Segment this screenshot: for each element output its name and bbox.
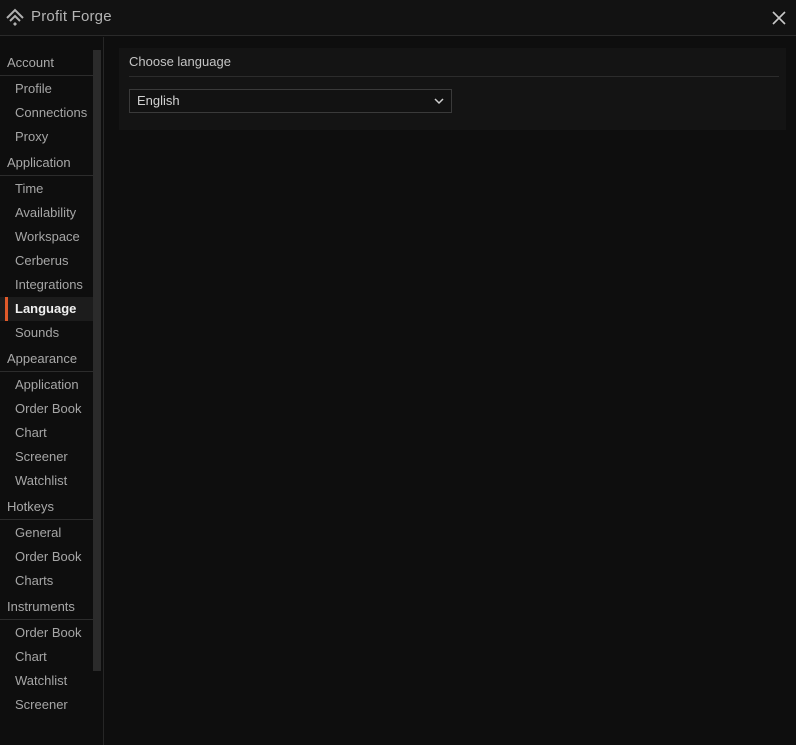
sidebar-item-proxy[interactable]: Proxy (0, 125, 93, 149)
sidebar-item-appearance-screener[interactable]: Screener (0, 445, 93, 469)
profit-forge-logo-icon (6, 8, 24, 26)
section-hotkeys: Hotkeys (0, 494, 93, 520)
title-bar: Profit Forge (0, 0, 796, 36)
chevron-down-icon (434, 98, 444, 105)
sidebar-item-time[interactable]: Time (0, 177, 93, 201)
section-account: Account (0, 50, 93, 76)
sidebar-item-sounds[interactable]: Sounds (0, 321, 93, 345)
sidebar-item-hotkeys-charts[interactable]: Charts (0, 569, 93, 593)
sidebar-item-hotkeys-general[interactable]: General (0, 521, 93, 545)
sidebar-item-instruments-screener[interactable]: Screener (0, 693, 93, 717)
close-icon (772, 11, 786, 25)
section-application: Application (0, 150, 93, 176)
close-button[interactable] (768, 7, 790, 29)
section-instruments: Instruments (0, 594, 93, 620)
sidebar-item-instruments-chart[interactable]: Chart (0, 645, 93, 669)
sidebar-item-language[interactable]: Language (0, 297, 93, 321)
sidebar-item-instruments-order-book[interactable]: Order Book (0, 621, 93, 645)
language-select[interactable]: English (129, 89, 452, 113)
sidebar-item-instruments-watchlist[interactable]: Watchlist (0, 669, 93, 693)
sidebar-item-integrations[interactable]: Integrations (0, 273, 93, 297)
sidebar-item-appearance-application[interactable]: Application (0, 373, 93, 397)
sidebar-item-workspace[interactable]: Workspace (0, 225, 93, 249)
language-select-value: English (137, 93, 180, 108)
section-appearance: Appearance (0, 346, 93, 372)
sidebar-item-hotkeys-order-book[interactable]: Order Book (0, 545, 93, 569)
sidebar-item-appearance-order-book[interactable]: Order Book (0, 397, 93, 421)
sidebar-scrollbar[interactable] (93, 50, 101, 671)
sidebar-item-cerberus[interactable]: Cerberus (0, 249, 93, 273)
sidebar-item-availability[interactable]: Availability (0, 201, 93, 225)
settings-sidebar: Account Profile Connections Proxy Applic… (0, 37, 104, 745)
sidebar-item-appearance-watchlist[interactable]: Watchlist (0, 469, 93, 493)
language-settings-panel: Choose language English (119, 48, 786, 130)
sidebar-item-profile[interactable]: Profile (0, 77, 93, 101)
app-title: Profit Forge (31, 8, 112, 25)
panel-title: Choose language (129, 54, 779, 77)
sidebar-item-connections[interactable]: Connections (0, 101, 93, 125)
sidebar-item-appearance-chart[interactable]: Chart (0, 421, 93, 445)
